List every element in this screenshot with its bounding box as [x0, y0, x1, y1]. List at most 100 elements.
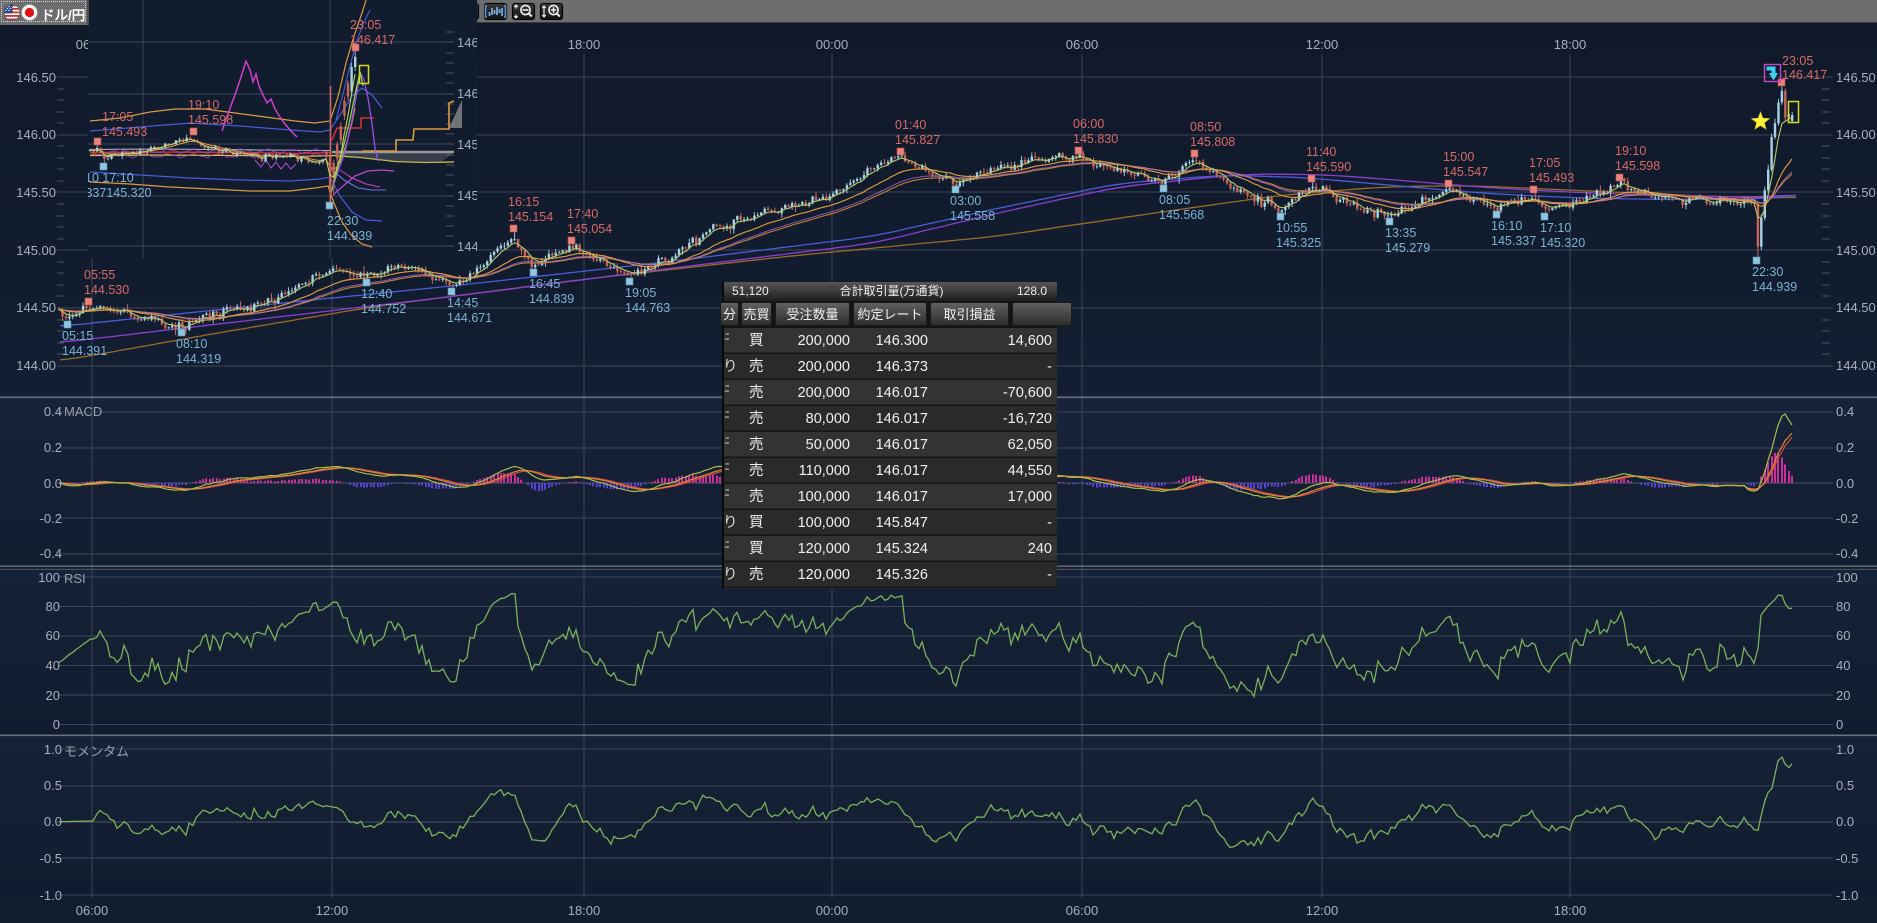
- svg-text:144.00: 144.00: [1836, 358, 1876, 373]
- svg-text:15:00: 15:00: [1443, 150, 1474, 164]
- svg-text:05:55: 05:55: [84, 268, 115, 282]
- svg-text:05:15: 05:15: [62, 329, 93, 343]
- svg-text:.337145.320: .337145.320: [82, 186, 152, 200]
- svg-text:-0.4: -0.4: [1836, 546, 1858, 561]
- svg-text:146.417: 146.417: [1782, 68, 1827, 82]
- svg-text:-0.4: -0.4: [40, 546, 62, 561]
- svg-text:22:30: 22:30: [327, 214, 358, 228]
- svg-text:MACD: MACD: [64, 404, 102, 419]
- svg-text:10 17:10: 10 17:10: [85, 171, 134, 185]
- svg-text:145.558: 145.558: [950, 209, 995, 223]
- svg-text:-0.5: -0.5: [1836, 851, 1858, 866]
- svg-text:18:00: 18:00: [568, 903, 601, 918]
- svg-text:-0.2: -0.2: [40, 511, 62, 526]
- svg-text:145.054: 145.054: [567, 222, 612, 236]
- svg-text:19:10: 19:10: [188, 98, 219, 112]
- svg-text:60: 60: [1836, 628, 1850, 643]
- svg-text:100: 100: [1836, 570, 1858, 585]
- svg-text:145.325: 145.325: [1276, 236, 1321, 250]
- svg-text:0.2: 0.2: [1836, 440, 1854, 455]
- svg-text:17:40: 17:40: [567, 207, 598, 221]
- svg-text:145.00: 145.00: [16, 243, 56, 258]
- svg-text:18:00: 18:00: [1554, 903, 1587, 918]
- svg-text:19:05: 19:05: [625, 286, 656, 300]
- svg-text:146.00: 146.00: [1836, 127, 1876, 142]
- svg-text:145.154: 145.154: [508, 210, 553, 224]
- svg-text:17:05: 17:05: [102, 110, 133, 124]
- svg-text:08:10: 08:10: [176, 337, 207, 351]
- svg-text:145.493: 145.493: [102, 125, 147, 139]
- svg-text:00:00: 00:00: [816, 37, 849, 52]
- svg-text:22:30: 22:30: [1752, 265, 1783, 279]
- svg-text:145.568: 145.568: [1159, 208, 1204, 222]
- svg-text:08:05: 08:05: [1159, 193, 1190, 207]
- svg-text:144.319: 144.319: [176, 352, 221, 366]
- svg-text:145.827: 145.827: [895, 133, 940, 147]
- svg-text:144.391: 144.391: [62, 344, 107, 358]
- svg-text:0.0: 0.0: [44, 814, 62, 829]
- svg-text:17:10: 17:10: [1540, 221, 1571, 235]
- svg-text:18:00: 18:00: [1554, 37, 1587, 52]
- svg-text:144.00: 144.00: [16, 358, 56, 373]
- svg-text:10:55: 10:55: [1276, 221, 1307, 235]
- svg-text:0: 0: [1836, 717, 1843, 732]
- svg-text:0: 0: [53, 717, 60, 732]
- svg-text:06:00: 06:00: [1066, 903, 1099, 918]
- svg-text:-1.0: -1.0: [1836, 888, 1858, 903]
- svg-text:12:00: 12:00: [1306, 903, 1339, 918]
- svg-text:1.0: 1.0: [44, 742, 62, 757]
- svg-text:144.763: 144.763: [625, 301, 670, 315]
- svg-text:1.0: 1.0: [1836, 742, 1854, 757]
- svg-text:40: 40: [1836, 658, 1850, 673]
- svg-text:14:45: 14:45: [447, 296, 478, 310]
- svg-text:145.808: 145.808: [1190, 135, 1235, 149]
- svg-text:144.839: 144.839: [529, 292, 574, 306]
- svg-text:40: 40: [46, 658, 60, 673]
- svg-text:0.0: 0.0: [44, 476, 62, 491]
- svg-text:145.279: 145.279: [1385, 241, 1430, 255]
- svg-text:0.5: 0.5: [44, 778, 62, 793]
- svg-text:144.752: 144.752: [361, 302, 406, 316]
- svg-text:146.417: 146.417: [350, 33, 395, 47]
- svg-text:12:00: 12:00: [1306, 37, 1339, 52]
- svg-text:145.598: 145.598: [188, 113, 233, 127]
- svg-text:06:00: 06:00: [1073, 117, 1104, 131]
- svg-text:12:00: 12:00: [316, 903, 349, 918]
- svg-text:80: 80: [46, 599, 60, 614]
- svg-text:モメンタム: モメンタム: [64, 744, 129, 759]
- svg-text:-0.5: -0.5: [40, 851, 62, 866]
- svg-text:146.00: 146.00: [16, 127, 56, 142]
- svg-text:144.939: 144.939: [1752, 280, 1797, 294]
- svg-text:23:05: 23:05: [350, 18, 381, 32]
- svg-text:08:50: 08:50: [1190, 120, 1221, 134]
- svg-text:0.0: 0.0: [1836, 476, 1854, 491]
- svg-text:146.50: 146.50: [16, 70, 56, 85]
- svg-text:144.50: 144.50: [16, 300, 56, 315]
- svg-text:0.5: 0.5: [1836, 778, 1854, 793]
- svg-text:100: 100: [38, 570, 60, 585]
- svg-text:145.590: 145.590: [1306, 160, 1351, 174]
- svg-text:20: 20: [46, 688, 60, 703]
- svg-text:18:00: 18:00: [568, 37, 601, 52]
- svg-text:0.0: 0.0: [1836, 814, 1854, 829]
- svg-text:0.2: 0.2: [44, 440, 62, 455]
- svg-text:145.598: 145.598: [1615, 159, 1660, 173]
- svg-text:13:35: 13:35: [1385, 226, 1416, 240]
- svg-text:06:00: 06:00: [76, 903, 109, 918]
- svg-text:146.50: 146.50: [1836, 70, 1876, 85]
- svg-text:00:00: 00:00: [816, 903, 849, 918]
- svg-text:145.337: 145.337: [1491, 234, 1536, 248]
- svg-text:145.547: 145.547: [1443, 165, 1488, 179]
- svg-text:16:45: 16:45: [529, 277, 560, 291]
- svg-text:16:10: 16:10: [1491, 219, 1522, 233]
- svg-text:20: 20: [1836, 688, 1850, 703]
- svg-text:145.50: 145.50: [1836, 185, 1876, 200]
- svg-text:144.530: 144.530: [84, 283, 129, 297]
- svg-text:145.830: 145.830: [1073, 132, 1118, 146]
- svg-text:0.4: 0.4: [44, 404, 62, 419]
- svg-text:03:00: 03:00: [950, 194, 981, 208]
- svg-text:145.320: 145.320: [1540, 236, 1585, 250]
- svg-text:11:40: 11:40: [1306, 145, 1336, 159]
- svg-text:145.50: 145.50: [16, 185, 56, 200]
- svg-text:17:05: 17:05: [1529, 156, 1560, 170]
